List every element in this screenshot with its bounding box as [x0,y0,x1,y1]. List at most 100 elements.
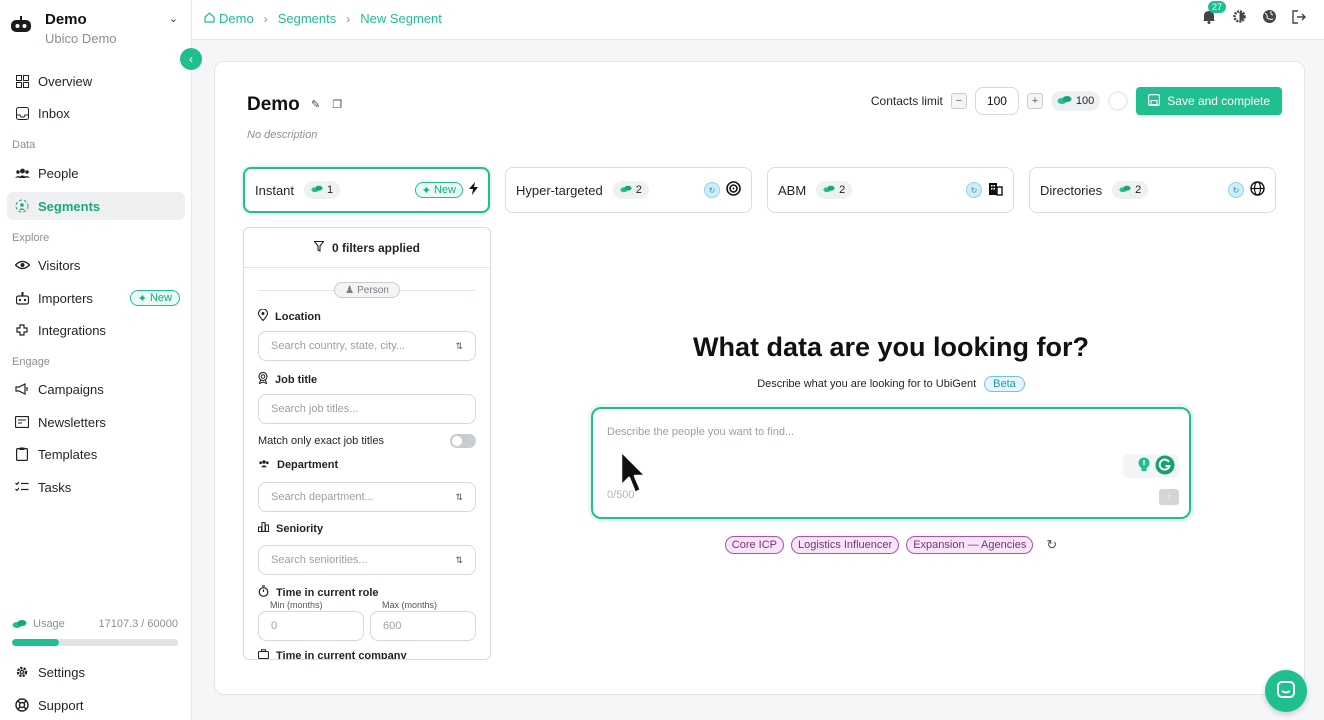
refresh-cycle-icon: ↻ [1228,182,1244,198]
people-icon [14,165,30,181]
department-input[interactable]: Search department... ⇅ [258,482,476,512]
new-badge: ✦ New [414,182,463,198]
sidebar-item-settings[interactable]: Settings [7,658,185,686]
coins-icon [1057,95,1072,108]
target-icon [726,181,741,199]
location-input[interactable]: Search country, state, city... ⇅ [258,331,476,361]
suggestion-chip[interactable]: Logistics Influencer [791,536,900,554]
ai-prompt-textarea[interactable]: Describe the people you want to find... … [591,407,1191,519]
suggestion-chip[interactable]: Core ICP [724,536,785,554]
tab-abm[interactable]: ABM 2 ↻ [767,167,1014,213]
usage-label: Usage [33,618,65,630]
increase-button[interactable]: + [1026,93,1043,109]
loading-spinner [1108,91,1129,111]
copy-icon[interactable]: ❐ [332,98,342,111]
contacts-limit-input[interactable]: 100 [974,87,1019,115]
workspace-switcher[interactable]: Demo Ubico Demo ⌄ [10,8,182,48]
save-and-complete-button[interactable]: Save and complete [1136,87,1282,115]
usage-bar-fill [12,639,60,646]
max-months-field: Max (months) 600 [370,600,476,641]
sidebar-item-importers[interactable]: Importers ✦ New [7,284,185,312]
newsletter-icon [14,414,30,430]
coins-icon [823,184,835,196]
chat-widget-button[interactable] [1265,670,1307,712]
sidebar-item-label: People [38,165,79,181]
prompt-extension-icons [1123,454,1179,478]
sidebar-item-visitors[interactable]: Visitors [7,251,185,279]
sidebar-item-templates[interactable]: Templates [7,440,185,468]
section-label-engage: Engage [12,356,50,368]
filters-header[interactable]: 0 filters applied [244,228,490,268]
lightbulb-icon[interactable] [1137,457,1151,476]
chat-icon [1276,680,1296,703]
sparkle-icon: ✦ [421,184,431,197]
section-label-data: Data [12,139,36,151]
contacts-limit-label: Contacts limit [870,94,943,108]
filter-icon [313,240,325,255]
tab-instant[interactable]: Instant 1 ✦ New [243,167,490,213]
seniority-input[interactable]: Search seniorities... ⇅ [258,545,476,575]
usage-bar [12,639,178,646]
tab-directories[interactable]: Directories 2 ↻ [1029,167,1276,213]
filters-panel: 0 filters applied ♟ Person Location Searc… [243,227,491,660]
sidebar-item-overview[interactable]: Overview [7,67,185,95]
credits-pill: 100 [1050,91,1101,111]
decrease-button[interactable]: − [950,93,967,109]
suggestion-chip[interactable]: Expansion — Agencies [906,536,1034,554]
refresh-suggestions-icon[interactable]: ↻ [1046,537,1057,553]
exact-job-titles-toggle[interactable] [450,434,476,448]
tab-hyper-targeted[interactable]: Hyper-targeted 2 ↻ [505,167,752,213]
ai-heading: What data are you looking for? [692,332,1090,362]
breadcrumb-home[interactable]: Demo [204,11,254,26]
grammarly-icon[interactable] [1155,455,1175,478]
min-months-input[interactable]: 0 [258,611,364,641]
sidebar-item-integrations[interactable]: Integrations [7,316,185,344]
logout-button[interactable] [1290,9,1308,27]
sidebar-item-label: Tasks [38,479,72,495]
coins-icon [311,184,323,196]
briefcase-icon [257,649,270,659]
new-badge: ✦ New [129,290,180,306]
collapse-sidebar-button[interactable]: ‹ [180,48,202,70]
usage-meter: Usage 17107.3 / 60000 [12,618,178,646]
clipboard-icon [14,446,30,462]
chevron-left-icon: ‹ [189,52,193,66]
tab-count: 2 [612,181,649,199]
max-months-input[interactable]: 600 [370,611,476,641]
sidebar-item-label: Campaigns [38,381,104,397]
send-button[interactable]: ↑ [1159,489,1179,505]
chevron-right-icon: › [263,11,268,26]
ai-subtitle: Describe what you are looking for to Ubi… [591,376,1191,392]
sidebar-item-tasks[interactable]: Tasks [7,473,185,501]
language-button[interactable] [1260,9,1278,27]
sidebar-item-label: Settings [38,664,85,680]
theme-toggle[interactable] [1230,9,1248,27]
bar-chart-icon [258,522,269,535]
chevron-right-icon: › [346,11,351,26]
exact-job-titles-row: Match only exact job titles [258,434,476,448]
notifications-button[interactable]: 27 [1200,1,1227,27]
map-pin-icon [257,308,269,324]
usage-value: 17107.3 / 60000 [98,618,178,630]
topbar-actions: 27 [1200,1,1308,27]
section-label-explore: Explore [12,232,50,244]
sidebar-item-segments[interactable]: Segments [7,192,185,220]
prompt-suggestions: Core ICP Logistics Influencer Expansion … [591,536,1191,554]
time-in-company-label: Time in current company [257,649,407,659]
refresh-cycle-icon: ↻ [966,182,982,198]
job-title-input[interactable]: Search job titles... [258,394,476,424]
dashboard-icon [14,73,30,89]
edit-icon[interactable]: ✎ [311,98,320,111]
breadcrumb-segments[interactable]: Segments [278,11,337,26]
breadcrumb-current[interactable]: New Segment [360,11,442,26]
stopwatch-icon [258,585,269,600]
chevron-down-icon[interactable]: ⌄ [169,12,178,25]
sidebar-item-people[interactable]: People [7,159,185,187]
sidebar-item-campaigns[interactable]: Campaigns [7,375,185,403]
sidebar-item-support[interactable]: Support [7,691,185,719]
sidebar-item-newsletters[interactable]: Newsletters [7,408,185,436]
mouse-cursor-icon [619,449,648,495]
sidebar-item-inbox[interactable]: Inbox [7,99,185,127]
min-months-field: Min (months) 0 [258,600,364,641]
sparkle-icon: ✦ [137,292,147,305]
